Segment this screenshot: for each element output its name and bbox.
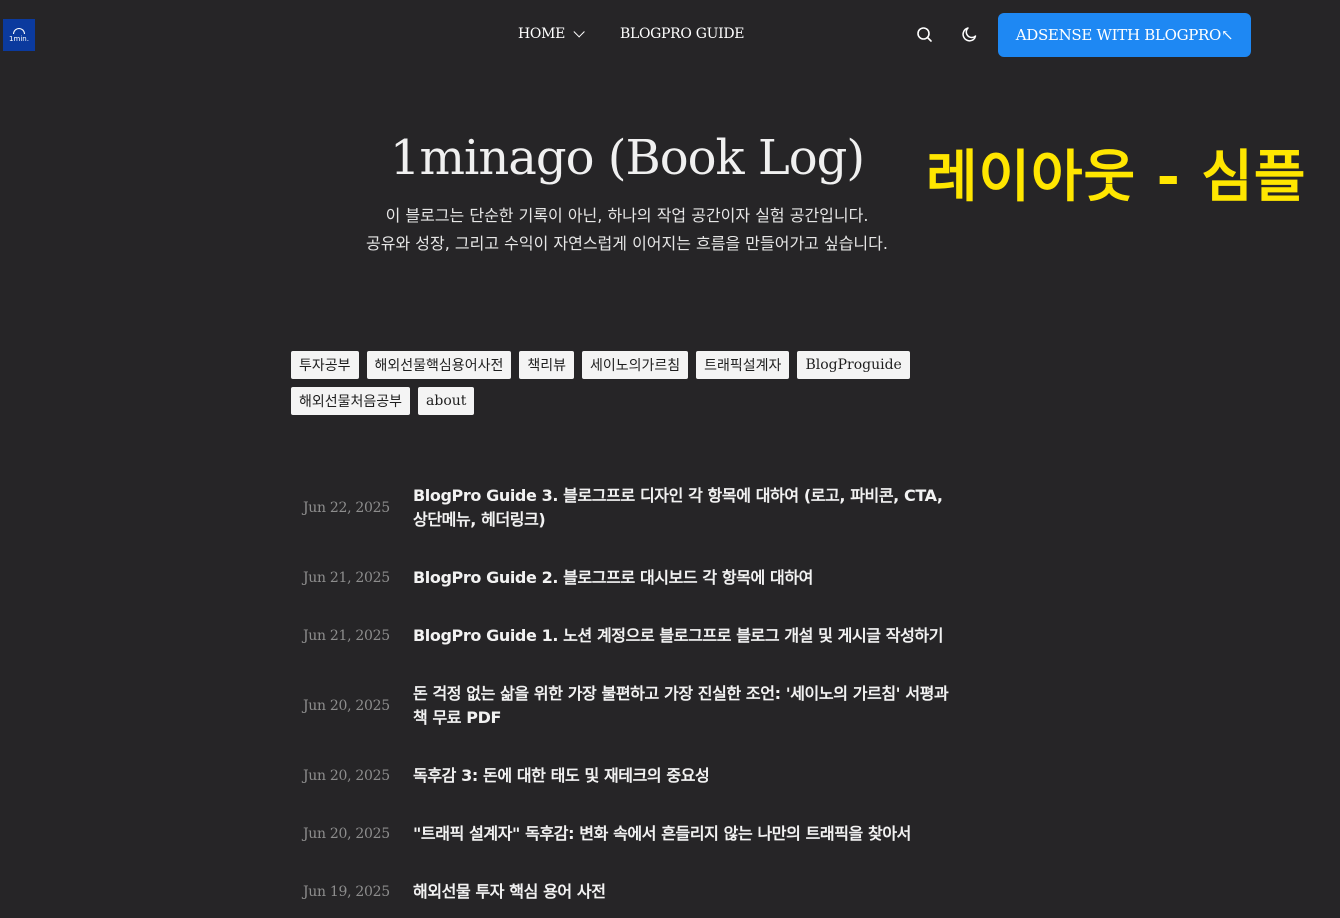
logo-text: 1min. (9, 34, 29, 43)
chevron-down-icon (573, 26, 585, 38)
nav-blogpro-guide[interactable]: BLOGPRO GUIDE (620, 26, 745, 42)
tag-list: 투자공부 해외선물핵심용어사전 책리뷰 세이노의가르침 트래픽설계자 BlogP… (291, 351, 931, 415)
list-item[interactable]: Jun 20, 2025 돈 걱정 없는 삶을 위한 가장 불편하고 가장 진실… (303, 682, 963, 730)
post-title[interactable]: BlogPro Guide 2. 블로그프로 대시보드 각 항목에 대하여 (413, 566, 953, 590)
moon-icon[interactable] (959, 24, 981, 46)
blog-description: 이 블로그는 단순한 기록이 아닌, 하나의 작업 공간이자 실험 공간입니다.… (0, 202, 1254, 258)
tag-futures-glossary[interactable]: 해외선물핵심용어사전 (366, 351, 512, 379)
list-item[interactable]: Jun 21, 2025 BlogPro Guide 1. 노션 계정으로 블로… (303, 624, 963, 648)
tag-futures-beginner[interactable]: 해외선물처음공부 (291, 387, 411, 415)
list-item[interactable]: Jun 22, 2025 BlogPro Guide 3. 블로그프로 디자인 … (303, 484, 963, 532)
tag-traffic-architect[interactable]: 트래픽설계자 (696, 351, 790, 379)
post-date: Jun 20, 2025 (303, 826, 390, 842)
site-logo[interactable]: 1min. (3, 19, 35, 51)
post-date: Jun 20, 2025 (303, 698, 390, 714)
post-date: Jun 19, 2025 (303, 884, 390, 900)
post-date: Jun 20, 2025 (303, 768, 390, 784)
list-item[interactable]: Jun 20, 2025 독후감 3: 돈에 대한 태도 및 재테크의 중요성 (303, 764, 963, 788)
post-title[interactable]: 돈 걱정 없는 삶을 위한 가장 불편하고 가장 진실한 조언: '세이노의 가… (413, 682, 953, 730)
top-nav: HOME BLOGPRO GUIDE (518, 26, 745, 42)
description-line-1: 이 블로그는 단순한 기록이 아닌, 하나의 작업 공간이자 실험 공간입니다. (385, 206, 869, 225)
search-icon[interactable] (914, 24, 936, 46)
tag-invest-study[interactable]: 투자공부 (291, 351, 359, 379)
post-title[interactable]: BlogPro Guide 3. 블로그프로 디자인 각 항목에 대하여 (로고… (413, 484, 953, 532)
tag-seino[interactable]: 세이노의가르침 (581, 351, 689, 379)
nav-home[interactable]: HOME (518, 26, 620, 42)
adsense-cta-button[interactable]: ADSENSE WITH BLOGPRO↖ (998, 13, 1251, 57)
tag-about[interactable]: about (418, 387, 475, 415)
post-date: Jun 21, 2025 (303, 628, 390, 644)
tag-book-review[interactable]: 책리뷰 (519, 351, 574, 379)
post-title[interactable]: 해외선물 투자 핵심 용어 사전 (413, 880, 953, 904)
description-line-2: 공유와 성장, 그리고 수익이 자연스럽게 이어지는 흐름을 만들어가고 싶습니… (366, 234, 888, 253)
nav-home-label: HOME (518, 26, 566, 42)
post-title[interactable]: 독후감 3: 돈에 대한 태도 및 재테크의 중요성 (413, 764, 953, 788)
post-date: Jun 21, 2025 (303, 570, 390, 586)
post-title[interactable]: "트래픽 설계자" 독후감: 변화 속에서 흔들리지 않는 나만의 트래픽을 찾… (413, 822, 953, 846)
list-item[interactable]: Jun 20, 2025 "트래픽 설계자" 독후감: 변화 속에서 흔들리지 … (303, 822, 963, 846)
tag-blogproguide[interactable]: BlogProguide (797, 351, 910, 379)
post-title[interactable]: BlogPro Guide 1. 노션 계정으로 블로그프로 블로그 개설 및 … (413, 624, 953, 648)
layout-overlay-label: 레이아웃 - 심플 (926, 145, 1307, 210)
post-date: Jun 22, 2025 (303, 500, 390, 516)
list-item[interactable]: Jun 21, 2025 BlogPro Guide 2. 블로그프로 대시보드… (303, 566, 963, 590)
logo-arc-icon (13, 27, 25, 34)
post-list: Jun 22, 2025 BlogPro Guide 3. 블로그프로 디자인 … (303, 484, 963, 904)
list-item[interactable]: Jun 19, 2025 해외선물 투자 핵심 용어 사전 (303, 880, 963, 904)
nav-guide-label: BLOGPRO GUIDE (620, 26, 745, 42)
